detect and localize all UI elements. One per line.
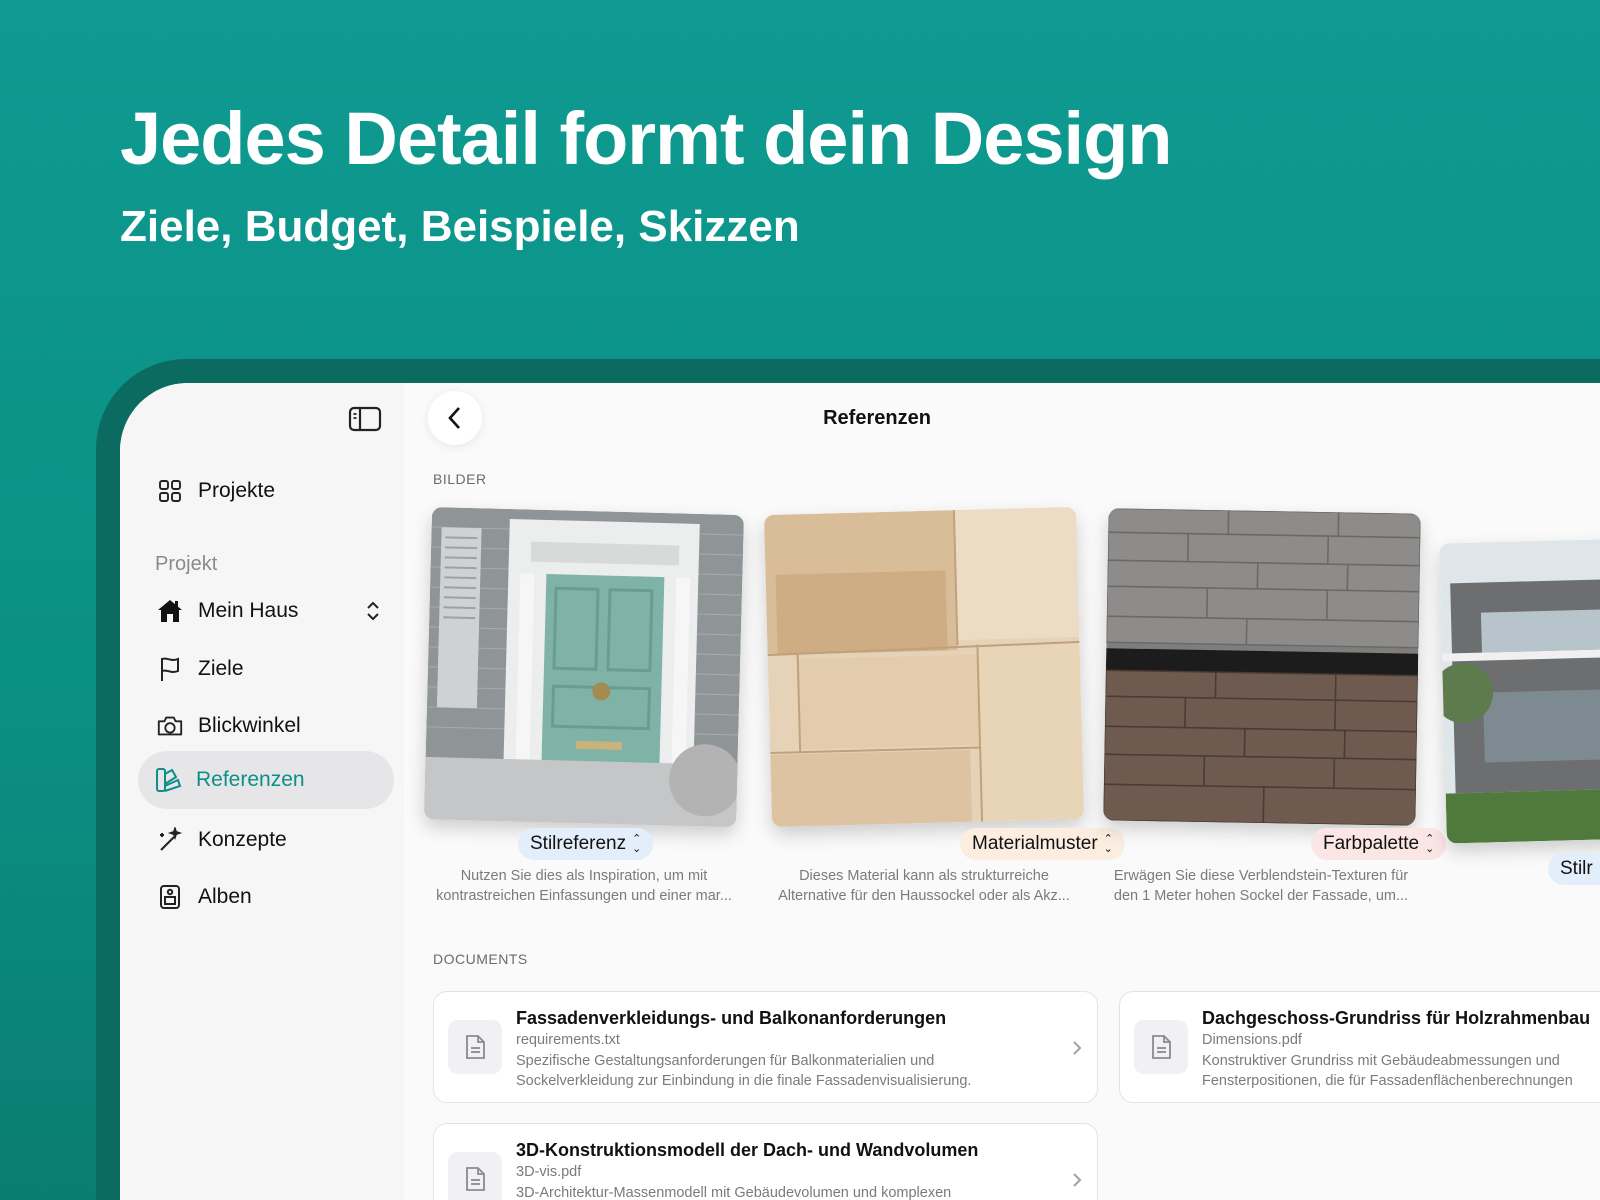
image-card-materialmuster[interactable] <box>763 506 1085 828</box>
sidebar-item-label: Konzepte <box>198 828 287 851</box>
house-icon <box>156 597 184 625</box>
sidebar-section-label: Projekt <box>155 553 218 575</box>
tag-stilreferenz-partial[interactable]: Stilr <box>1548 853 1600 885</box>
sidebar-item-alben[interactable]: Alben <box>140 868 396 926</box>
image-card-farbpalette[interactable] <box>1103 508 1421 826</box>
chevron-right-icon <box>1071 1170 1083 1190</box>
image-card-stilreferenz[interactable] <box>423 506 745 828</box>
document-filename: requirements.txt <box>516 1032 620 1048</box>
sidebar-item-label: Ziele <box>198 657 244 680</box>
documents-section-label: DOCUMENTS <box>433 951 528 967</box>
document-icon <box>1134 1020 1188 1074</box>
card-description: Erwägen Sie diese Verblendstein-Texturen… <box>1113 868 1409 904</box>
sidebar-item-label: Referenzen <box>196 768 305 791</box>
chevron-updown-icon: ⌃ ⌄ <box>632 833 642 855</box>
magic-wand-icon <box>156 826 184 854</box>
tag-farbpalette[interactable]: Farbpalette ⌃ ⌄ <box>1311 828 1447 860</box>
camera-icon <box>156 712 184 740</box>
document-title: Dachgeschoss-Grundriss für Holzrahmenbau <box>1202 1008 1591 1028</box>
chevron-updown-icon: ⌃ ⌄ <box>1425 833 1435 855</box>
hero-title: Jedes Detail formt dein Design <box>120 97 1172 180</box>
page-title: Referenzen <box>823 407 931 429</box>
grid-icon <box>156 477 184 505</box>
sidebar-item-label: Blickwinkel <box>198 714 301 737</box>
flag-icon <box>156 655 184 683</box>
card-description: Dieses Material kann als strukturreiche A… <box>778 868 1070 904</box>
document-title: 3D-Konstruktionsmodell der Dach- und Wan… <box>516 1140 979 1160</box>
tag-stilreferenz[interactable]: Stilreferenz ⌃ ⌄ <box>518 828 654 860</box>
hero-subtitle: Ziele, Budget, Beispiele, Skizzen <box>120 202 800 251</box>
sidebar-item-konzepte[interactable]: Konzepte <box>140 811 396 869</box>
sidebar-toggle-icon[interactable] <box>348 405 382 433</box>
sidebar-item-projekte[interactable]: Projekte <box>140 462 396 520</box>
document-card[interactable]: 3D-Konstruktionsmodell der Dach- und Wan… <box>433 1123 1098 1200</box>
document-description: 3D-Architektur-Massenmodell mit Gebäudev… <box>516 1185 952 1200</box>
sidebar-item-blickwinkel[interactable]: Blickwinkel <box>140 697 396 755</box>
sidebar-item-ziele[interactable]: Ziele <box>140 640 396 698</box>
sidebar: Projekte Projekt Mein Haus Ziele Blickwi… <box>120 383 404 1200</box>
sidebar-item-label: Projekte <box>198 479 276 502</box>
app-screen: Projekte Projekt Mein Haus Ziele Blickwi… <box>120 383 1600 1200</box>
chevron-updown-icon <box>364 599 382 623</box>
main-content: Referenzen BILDER Stilreferenz ⌃ ⌄ Nutze… <box>404 383 1600 1200</box>
document-filename: Dimensions.pdf <box>1202 1032 1302 1048</box>
document-description: Spezifische Gestaltungsanforderungen für… <box>516 1053 972 1089</box>
image-card-house[interactable] <box>1439 538 1600 844</box>
chevron-updown-icon: ⌃ ⌄ <box>1103 833 1113 855</box>
tag-materialmuster[interactable]: Materialmuster ⌃ ⌄ <box>960 828 1125 860</box>
chevron-right-icon <box>1071 1038 1083 1058</box>
document-card[interactable]: Fassadenverkleidungs- und Balkonanforder… <box>433 991 1098 1103</box>
document-card[interactable]: Dachgeschoss-Grundriss für Holzrahmenbau… <box>1119 991 1600 1103</box>
document-filename: 3D-vis.pdf <box>516 1164 582 1180</box>
sidebar-item-label: Alben <box>198 885 252 908</box>
project-selector-label: Mein Haus <box>198 599 299 622</box>
images-section-label: BILDER <box>433 471 487 487</box>
project-selector[interactable]: Mein Haus <box>140 582 396 640</box>
document-icon <box>448 1020 502 1074</box>
document-description: Konstruktiver Grundriss mit Gebäudeabmes… <box>1202 1053 1573 1089</box>
swatches-icon <box>154 766 182 794</box>
album-icon <box>156 883 184 911</box>
sidebar-item-referenzen[interactable]: Referenzen <box>138 751 394 809</box>
document-title: Fassadenverkleidungs- und Balkonanforder… <box>516 1008 947 1028</box>
document-icon <box>448 1152 502 1200</box>
card-description: Nutzen Sie dies als Inspiration, um mit k… <box>436 868 732 904</box>
